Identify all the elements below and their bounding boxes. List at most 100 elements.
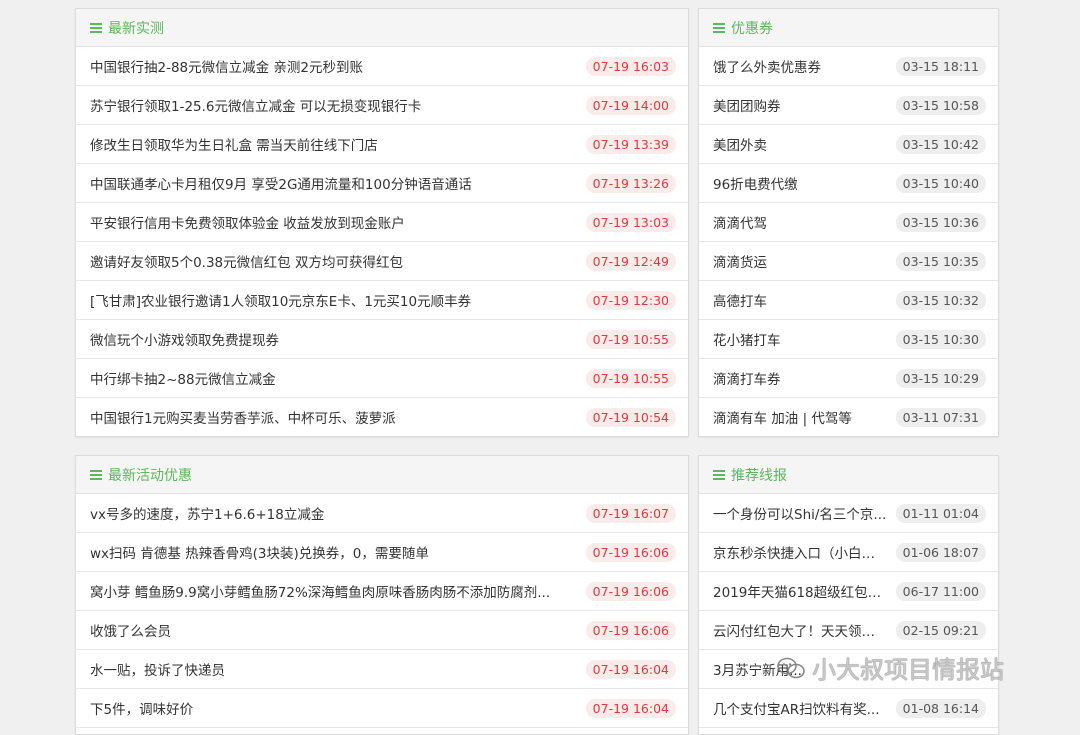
item-title[interactable]: 京东秒杀快捷入口（小白教... [713,542,896,562]
list-item[interactable]: 美团外卖 03-15 10:42 [699,125,998,164]
item-title[interactable]: 饿了么外卖优惠券 [713,56,896,76]
list-item[interactable]: 下5件，调味好价 07-19 16:04 [76,689,688,728]
list-item[interactable]: 微信玩个小游戏领取免费提现券 07-19 10:55 [76,320,688,359]
item-title[interactable]: wx扫码 肯德基 热辣香骨鸡(3块装)兑换券，0，需要随单 [90,542,586,562]
item-time-badge: 07-19 13:39 [585,134,676,154]
item-title[interactable]: 96折电费代缴 [713,173,896,193]
panel-title: 优惠券 [731,20,773,37]
list-item[interactable]: 高德打车 03-15 10:32 [699,281,998,320]
item-title[interactable]: 收饿了么会员 [90,620,586,640]
list-item[interactable]: 平安银行信用卡免费领取体验金 收益发放到现金账户 07-19 13:03 [76,203,688,242]
list-item[interactable]: 一个身份可以Shi/名三个京... 01-11 01:04 [699,494,998,533]
list-item[interactable]: wx扫码 肯德基 热辣香骨鸡(3块装)兑换券，0，需要随单 07-19 16:06 [76,533,688,572]
item-title[interactable]: 平安银行信用卡免费领取体验金 收益发放到现金账户 [90,212,586,232]
item-title[interactable]: 滴滴打车券 [713,368,896,388]
item-time-badge: 07-19 16:07 [585,503,676,523]
list-item[interactable]: 邀请好友领取5个0.38元微信红包 双方均可获得红包 07-19 12:49 [76,242,688,281]
item-title[interactable]: 滴滴货运 [713,251,896,271]
panel-header: 最新实测 [76,9,688,47]
item-title[interactable]: 几个支付宝AR扫饮料有奖... [713,698,896,718]
item-title[interactable]: vx号多的速度，苏宁1+6.6+18立减金 [90,503,586,523]
item-time-badge: 02-15 09:21 [895,620,986,640]
list-item[interactable]: 美团团购券 03-15 10:58 [699,86,998,125]
panel-header: 最新活动优惠 [76,456,688,494]
panel-header: 推荐线报 [699,456,998,494]
list: vx号多的速度，苏宁1+6.6+18立减金 07-19 16:07 wx扫码 肯德基… [76,494,688,728]
list-item[interactable]: [飞甘肃]农业银行邀请1人领取10元京东E卡、1元买10元顺丰券 07-19 12… [76,281,688,320]
list-item[interactable]: 京东秒杀快捷入口（小白教... 01-06 18:07 [699,533,998,572]
list-icon [90,469,102,480]
item-title[interactable]: 水一贴，投诉了快递员 [90,659,586,679]
list-item[interactable]: 中国联通孝心卡月租仅9月 享受2G通用流量和100分钟语音通话 07-19 13:… [76,164,688,203]
list-item[interactable]: 收饿了么会员 07-19 16:06 [76,611,688,650]
item-time-badge: 03-15 18:11 [895,56,986,76]
list-item[interactable]: 滴滴代驾 03-15 10:36 [699,203,998,242]
item-title[interactable]: 苏宁银行领取1-25.6元微信立减金 可以无损变现银行卡 [90,95,586,115]
item-title[interactable]: 3月苏宁新用... [713,659,986,679]
list-item[interactable]: 中国银行抽2-88元微信立减金 亲测2元秒到账 07-19 16:03 [76,47,688,86]
item-title[interactable]: 中行绑卡抽2~88元微信立减金 [90,368,586,388]
item-time-badge: 01-08 16:14 [895,698,986,718]
item-time-badge: 03-15 10:35 [895,251,986,271]
list-item[interactable]: 云闪付红包大了！天天领、... 02-15 09:21 [699,611,998,650]
item-title[interactable]: 滴滴代驾 [713,212,896,232]
item-time-badge: 07-19 16:04 [585,698,676,718]
list-item[interactable]: 中行绑卡抽2~88元微信立减金 07-19 10:55 [76,359,688,398]
item-time-badge: 03-15 10:42 [895,134,986,154]
list-item[interactable]: 2019年天猫618超级红包最... 06-17 11:00 [699,572,998,611]
item-time-badge: 03-15 10:32 [895,290,986,310]
list-item[interactable]: 滴滴打车券 03-15 10:29 [699,359,998,398]
list-item[interactable]: vx号多的速度，苏宁1+6.6+18立减金 07-19 16:07 [76,494,688,533]
item-title[interactable]: 中国联通孝心卡月租仅9月 享受2G通用流量和100分钟语音通话 [90,173,586,193]
item-title[interactable]: [飞甘肃]农业银行邀请1人领取10元京东E卡、1元买10元顺丰券 [90,290,586,310]
item-time-badge: 07-19 14:00 [585,95,676,115]
item-time-badge: 07-19 16:06 [585,542,676,562]
item-title[interactable]: 美团外卖 [713,134,896,154]
list: 饿了么外卖优惠券 03-15 18:11 美团团购券 03-15 10:58 美团外卖 0… [699,47,998,436]
recommended-panel: 推荐线报 一个身份可以Shi/名三个京... 01-11 01:04 京东秒杀快捷入… [698,455,999,735]
item-title[interactable]: 高德打车 [713,290,896,310]
item-title[interactable]: 微信玩个小游戏领取免费提现券 [90,329,586,349]
list-item[interactable]: 窝小芽 鳕鱼肠9.9窝小芽鳕鱼肠72%深海鳕鱼肉原味香肠肉肠不添加防腐剂... 0… [76,572,688,611]
panel-title: 推荐线报 [731,467,787,484]
list-icon [713,22,725,33]
item-title[interactable]: 中国银行1元购买麦当劳香芋派、中杯可乐、菠萝派 [90,407,586,427]
item-title[interactable]: 2019年天猫618超级红包最... [713,581,896,601]
list-icon [90,22,102,33]
list-item[interactable]: 96折电费代缴 03-15 10:40 [699,164,998,203]
item-time-badge: 07-19 13:03 [585,212,676,232]
list-icon [713,469,725,480]
list-item[interactable]: 滴滴货运 03-15 10:35 [699,242,998,281]
item-title[interactable]: 中国银行抽2-88元微信立减金 亲测2元秒到账 [90,56,586,76]
item-title[interactable]: 修改生日领取华为生日礼盒 需当天前往线下门店 [90,134,586,154]
list-item[interactable]: 饿了么外卖优惠券 03-15 18:11 [699,47,998,86]
panel-title: 最新实测 [108,20,164,37]
list: 中国银行抽2-88元微信立减金 亲测2元秒到账 07-19 16:03 苏宁银行领取… [76,47,688,436]
item-time-badge: 03-15 10:40 [895,173,986,193]
item-time-badge: 01-11 01:04 [895,503,986,523]
list-item[interactable]: 几个支付宝AR扫饮料有奖... 01-08 16:14 [699,689,998,728]
item-title[interactable]: 滴滴有车 加油 | 代驾等 [713,407,896,427]
list-item[interactable]: 苏宁银行领取1-25.6元微信立减金 可以无损变现银行卡 07-19 14:00 [76,86,688,125]
list-item[interactable]: 花小猪打车 03-15 10:30 [699,320,998,359]
item-time-badge: 03-11 07:31 [895,407,986,427]
item-title[interactable]: 窝小芽 鳕鱼肠9.9窝小芽鳕鱼肠72%深海鳕鱼肉原味香肠肉肠不添加防腐剂... [90,581,586,601]
item-title[interactable]: 花小猪打车 [713,329,896,349]
item-title[interactable]: 下5件，调味好价 [90,698,586,718]
list-item[interactable]: 中国银行1元购买麦当劳香芋派、中杯可乐、菠萝派 07-19 10:54 [76,398,688,436]
item-time-badge: 07-19 16:06 [585,581,676,601]
item-title[interactable]: 一个身份可以Shi/名三个京... [713,503,896,523]
item-time-badge: 07-19 10:55 [585,368,676,388]
item-title[interactable]: 邀请好友领取5个0.38元微信红包 双方均可获得红包 [90,251,586,271]
list-item[interactable]: 修改生日领取华为生日礼盒 需当天前往线下门店 07-19 13:39 [76,125,688,164]
item-title[interactable]: 美团团购券 [713,95,896,115]
item-time-badge: 06-17 11:00 [895,581,986,601]
list-item[interactable]: 滴滴有车 加油 | 代驾等 03-11 07:31 [699,398,998,436]
list: 一个身份可以Shi/名三个京... 01-11 01:04 京东秒杀快捷入口（小白教… [699,494,998,728]
item-time-badge: 07-19 10:55 [585,329,676,349]
list-item[interactable]: 水一贴，投诉了快递员 07-19 16:04 [76,650,688,689]
item-time-badge: 03-15 10:30 [895,329,986,349]
item-title[interactable]: 云闪付红包大了！天天领、... [713,620,896,640]
list-item[interactable]: 3月苏宁新用... [699,650,998,689]
panel-title: 最新活动优惠 [108,467,192,484]
